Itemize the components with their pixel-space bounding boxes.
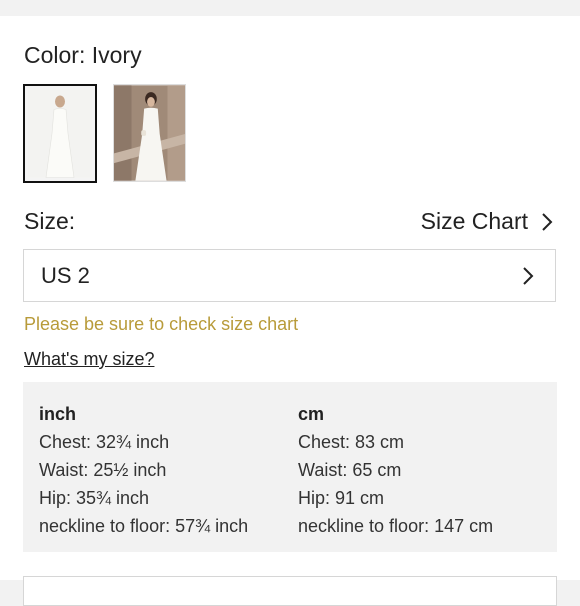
whats-my-size-link[interactable]: What's my size? [24, 349, 154, 370]
measurement-row: Hip: 35¾ inch [39, 488, 150, 508]
dress-front-image [28, 89, 92, 178]
cm-column: cm Chest: 83 cm Waist: 65 cm Hip: 91 cm … [298, 400, 493, 540]
measurement-row: Waist: 25½ inch [39, 460, 167, 480]
size-chart-link[interactable]: Size Chart [421, 208, 554, 235]
thumbnail-ivory-dress-front[interactable] [23, 84, 97, 183]
size-label: Size: [24, 208, 76, 234]
measurement-row: Waist: 65 cm [298, 460, 402, 480]
measurement-row: Hip: 91 cm [298, 488, 385, 508]
measurement-row: Chest: 32¾ inch [39, 432, 170, 452]
product-options-panel: Color: Ivory Size: Size Chart US 2 Pleas… [0, 16, 580, 606]
measurement-row: neckline to floor: 147 cm [298, 516, 494, 536]
inch-header: inch [39, 404, 77, 424]
thumbnail-ivory-dress-model[interactable] [113, 84, 186, 182]
measurement-row: neckline to floor: 57¾ inch [39, 516, 249, 536]
inch-column: inch Chest: 32¾ inch Waist: 25½ inch Hip… [39, 400, 248, 540]
size-chart-label: Size Chart [420, 208, 528, 234]
cm-header: cm [298, 404, 325, 424]
color-label: Color: Ivory [24, 42, 142, 68]
size-warning-text: Please be sure to check size chart [24, 314, 299, 334]
chevron-right-icon [542, 212, 553, 231]
next-field-edge [23, 576, 557, 606]
dress-model-image [114, 85, 185, 181]
size-select[interactable]: US 2 [23, 249, 556, 302]
measurements-box: inch Chest: 32¾ inch Waist: 25½ inch Hip… [23, 382, 557, 552]
size-select-value: US 2 [41, 262, 90, 288]
measurement-row: Chest: 83 cm [298, 432, 405, 452]
chevron-right-icon [523, 266, 534, 285]
